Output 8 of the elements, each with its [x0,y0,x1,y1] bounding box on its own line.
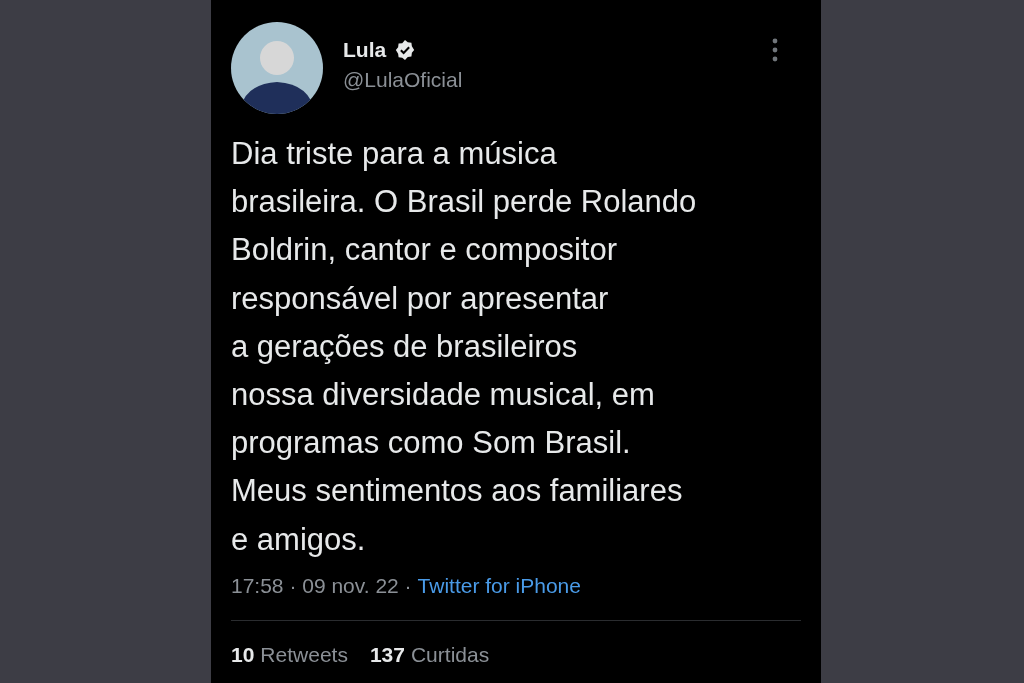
stat-count[interactable]: 10 Retweets [231,642,348,667]
source-link[interactable]: Twitter for iPhone [417,573,581,598]
author-handle[interactable]: @LulaOficial [343,68,751,92]
timestamp: 17:58 · 09 nov. 22 · [231,573,412,598]
more-options-icon[interactable] [771,38,779,62]
tweet-text: Dia triste para a música brasileira. O Brasil perde Rolando Boldrin, cantor e compositor responsável por apresentar a gerações de brasileiros nossa diversidade musical, em programas como Som Brasil. Meus sentimentos aos familiares e amigos. [231,135,698,559]
author-name[interactable]: Lula [343,38,387,62]
stat-count[interactable]: 137 Curtidas [369,642,490,667]
